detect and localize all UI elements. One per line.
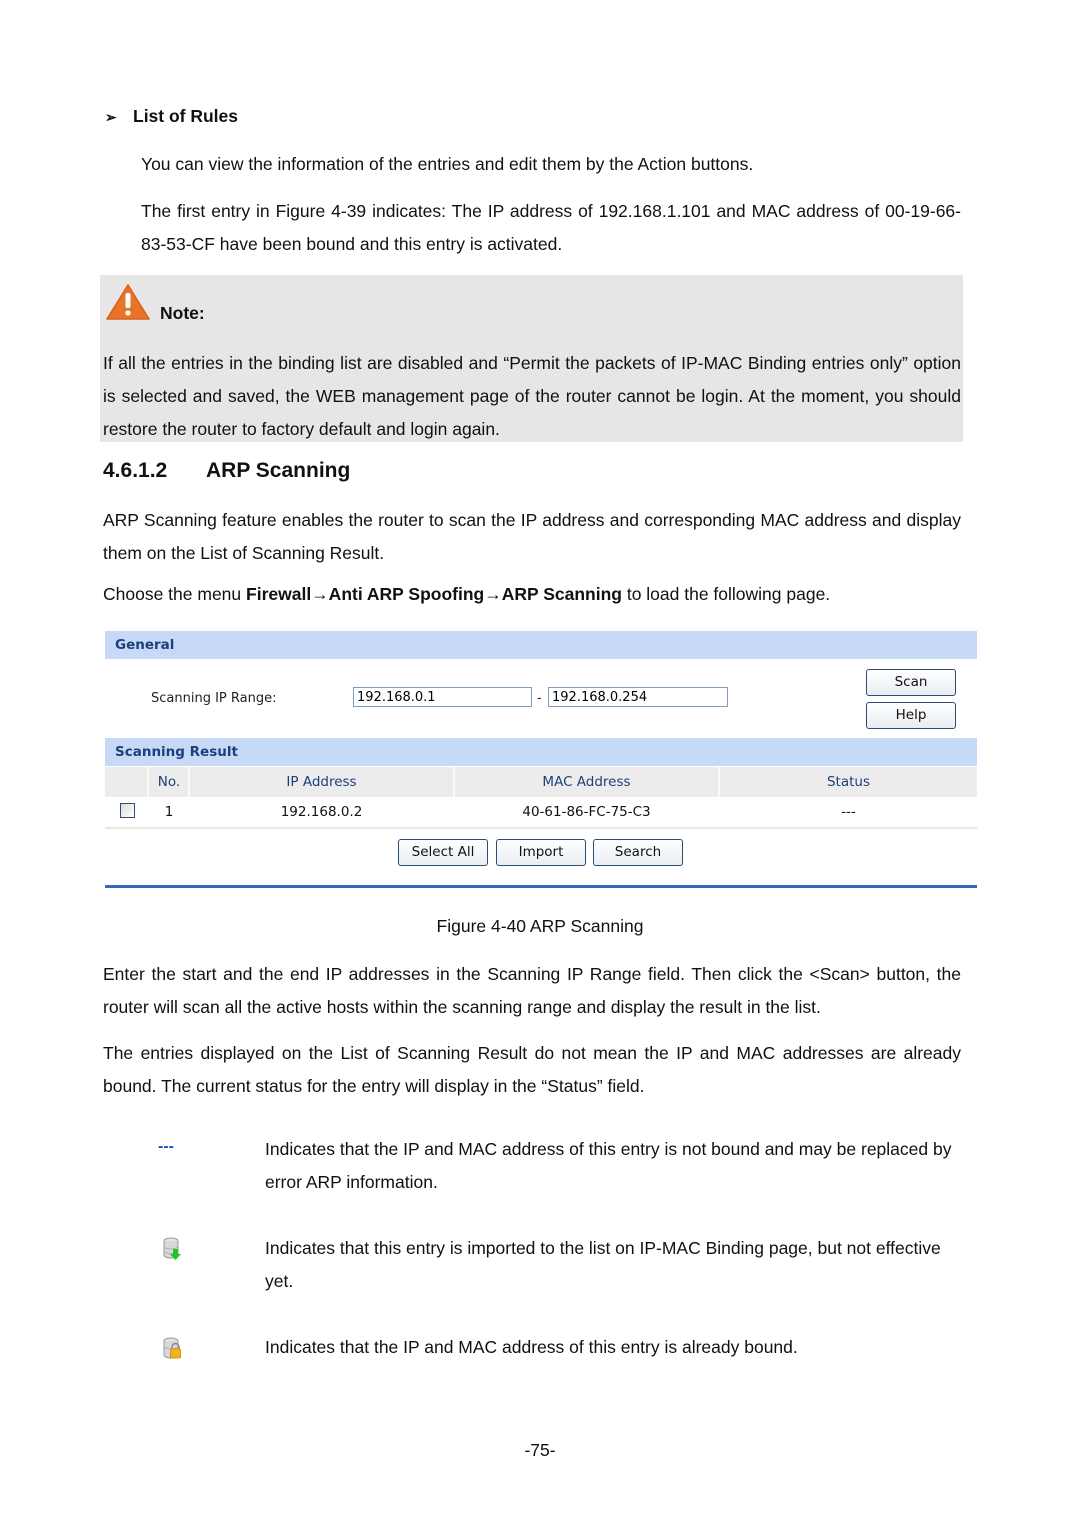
scanning-ip-range-label: Scanning IP Range:	[151, 691, 277, 706]
figure-caption: Figure 4-40 ARP Scanning	[436, 916, 644, 936]
section-heading: 4.6.1.2 ARP Scanning	[103, 459, 350, 483]
list-of-rules-para2: The first entry in Figure 4-39 indicates…	[141, 201, 961, 254]
column-header-mac-address: MAC Address	[542, 774, 631, 790]
scan-button[interactable]: Scan	[866, 669, 956, 696]
list-of-rules-para1: You can view the information of the entr…	[141, 154, 754, 174]
figure-bottom-rule	[105, 885, 977, 888]
note-box: Note: If all the entries in the binding …	[100, 275, 963, 442]
select-all-button[interactable]: Select All	[398, 839, 488, 866]
page-number: -75-	[524, 1440, 556, 1460]
table-row: 1 192.168.0.2 40-61-86-FC-75-C3 ---	[105, 797, 977, 829]
arp-scanning-figure: General Scanning IP Range: - Scan Help S…	[105, 631, 978, 891]
row-no: 1	[164, 804, 174, 820]
column-header-status: Status	[826, 774, 871, 790]
end-ip-input[interactable]	[548, 687, 728, 707]
column-header-no: No.	[157, 774, 181, 790]
bound-lock-database-icon	[163, 1337, 181, 1359]
bullet-arrow-icon: ➢	[105, 109, 117, 125]
section-title: ARP Scanning	[206, 459, 351, 482]
imported-database-icon	[163, 1237, 181, 1260]
note-text: If all the entries in the binding list a…	[103, 353, 961, 439]
scanning-result-section-bar: Scanning Result	[105, 738, 977, 766]
range-separator: -	[537, 691, 542, 706]
row-ip-address: 192.168.0.2	[280, 804, 363, 820]
general-section-bar: General	[105, 631, 977, 659]
list-of-rules-heading: ➢ List of Rules	[105, 106, 238, 127]
menu-instruction: Choose the menu Firewall→Anti ARP Spoofi…	[103, 578, 961, 611]
result-table-header: No. IP Address MAC Address Status	[105, 767, 977, 797]
help-button[interactable]: Help	[866, 702, 956, 729]
note-title: Note:	[160, 303, 205, 323]
body-para2: The entries displayed on the List of Sca…	[103, 1043, 961, 1096]
start-ip-input[interactable]	[353, 687, 532, 707]
menu-path: Firewall→Anti ARP Spoofing→ARP Scanning	[246, 584, 622, 604]
import-button[interactable]: Import	[496, 839, 586, 866]
column-header-ip-address: IP Address	[286, 774, 357, 790]
menu-prefix: Choose the menu	[103, 584, 247, 604]
search-button[interactable]: Search	[593, 839, 683, 866]
legend-text-imported: Indicates that this entry is imported to…	[265, 1238, 941, 1291]
section-intro: ARP Scanning feature enables the router …	[103, 510, 961, 563]
general-section-title: General	[115, 637, 175, 653]
row-status: ---	[841, 804, 856, 820]
warning-triangle-icon	[106, 284, 150, 320]
section-number: 4.6.1.2	[103, 459, 168, 482]
list-of-rules-title: List of Rules	[133, 106, 239, 126]
menu-suffix: to load the following page.	[621, 584, 831, 604]
scanning-result-title: Scanning Result	[115, 744, 238, 760]
row-checkbox[interactable]	[120, 803, 135, 818]
row-mac-address: 40-61-86-FC-75-C3	[522, 804, 651, 820]
body-para1: Enter the start and the end IP addresses…	[103, 964, 961, 1017]
not-bound-dashes-icon: ---	[158, 1138, 174, 1155]
legend-text-bound: Indicates that the IP and MAC address of…	[265, 1337, 798, 1357]
legend-text-not-bound: Indicates that the IP and MAC address of…	[265, 1139, 952, 1192]
